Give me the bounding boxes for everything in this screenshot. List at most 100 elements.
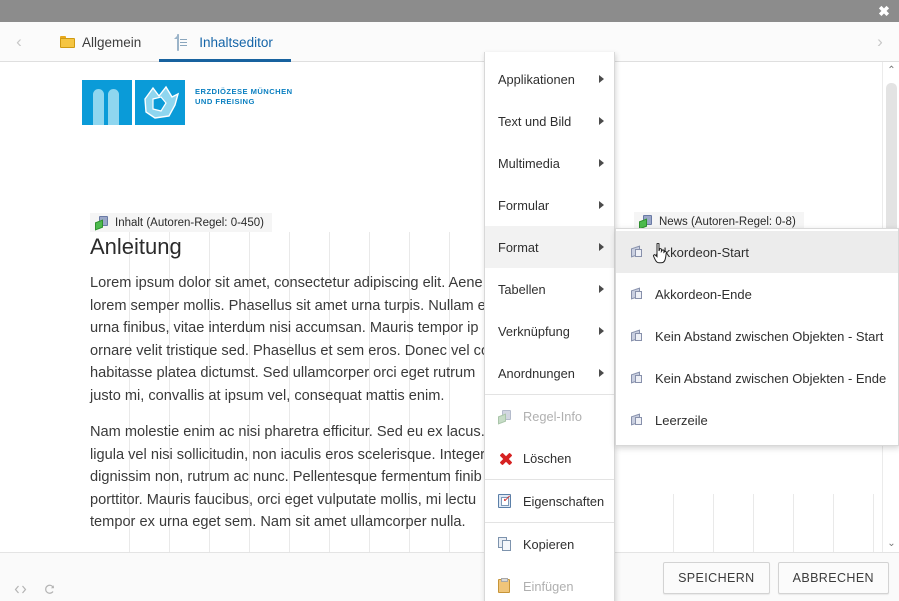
- chevron-right-icon: [599, 201, 604, 209]
- paragraph-line: urna finibus, vitae interdum nisi accums…: [90, 320, 479, 336]
- tab-scroll-left-icon[interactable]: ‹: [8, 32, 30, 54]
- body-paragraph-2: Nam molestie enim ac nisi pharetra effic…: [90, 421, 508, 534]
- close-icon[interactable]: ✖: [875, 2, 893, 20]
- paragraph-line: justo mi, convallis at ipsum vel, conseq…: [90, 388, 444, 404]
- footer-tools: [14, 584, 56, 595]
- cancel-button[interactable]: ABBRECHEN: [778, 562, 889, 594]
- chevron-right-icon: [599, 243, 604, 251]
- menu-item-label: Löschen: [523, 451, 604, 466]
- rule-info-icon: [95, 216, 109, 229]
- snippet-icon: [630, 288, 646, 301]
- paragraph-line: Nam molestie enim ac nisi pharetra effic…: [90, 424, 485, 440]
- folder-icon: [60, 35, 75, 50]
- submenu-item-kein-abstand-ende[interactable]: Kein Abstand zwischen Objekten - Ende: [616, 357, 898, 399]
- snippet-icon: [630, 246, 646, 259]
- chevron-right-icon: [599, 159, 604, 167]
- menu-item-kopieren[interactable]: Kopieren: [485, 523, 614, 565]
- submenu-item-leerzeile[interactable]: Leerzeile: [616, 399, 898, 441]
- menu-item-label: Anordnungen: [498, 366, 593, 381]
- menu-item-label: Multimedia: [498, 156, 593, 171]
- tab-bar: ‹ › Allgemein Inhaltseditor: [0, 22, 899, 62]
- rule-badge-inhalt[interactable]: Inhalt (Autoren-Regel: 0-450): [90, 213, 272, 232]
- chevron-right-icon: [599, 75, 604, 83]
- menu-item-label: Text und Bild: [498, 114, 593, 129]
- logo-crest-icon: [139, 85, 181, 121]
- rule-badge-inhalt-label: Inhalt (Autoren-Regel: 0-450): [115, 217, 264, 229]
- news-placeholder-region[interactable]: [634, 494, 884, 552]
- chevron-right-icon: [599, 327, 604, 335]
- dialog-footer: SPEICHERN ABBRECHEN: [0, 552, 899, 601]
- save-button[interactable]: SPEICHERN: [663, 562, 770, 594]
- submenu-item-label: Kein Abstand zwischen Objekten - Ende: [655, 371, 886, 386]
- rule-info-icon: [639, 215, 653, 228]
- paragraph-line: porttitor. Mauris faucibus, orci eget vu…: [90, 492, 476, 508]
- menu-item-eigenschaften[interactable]: Eigenschaften: [485, 480, 614, 522]
- title-bar: ✖: [0, 0, 899, 22]
- logo-line-2: UND FREISING: [195, 97, 293, 107]
- menu-item-format[interactable]: Format: [485, 226, 614, 268]
- body-paragraph-1: Lorem ipsum dolor sit amet, consectetur …: [90, 272, 508, 407]
- application-window: ✖ ‹ › Allgemein Inhaltseditor: [0, 0, 899, 601]
- menu-item-applikationen[interactable]: Applikationen: [485, 58, 614, 100]
- logo: ERZDIÖZESE MÜNCHEN UND FREISING: [82, 80, 293, 125]
- scroll-down-icon[interactable]: ⌄: [883, 535, 899, 552]
- submenu-item-label: Akkordeon-Start: [655, 245, 749, 260]
- tab-list: Allgemein Inhaltseditor: [42, 22, 291, 62]
- menu-item-label: Kopieren: [523, 537, 604, 552]
- menu-item-multimedia[interactable]: Multimedia: [485, 142, 614, 184]
- tab-allgemein-label: Allgemein: [82, 35, 141, 50]
- rich-text-body[interactable]: Anleitung Lorem ipsum dolor sit amet, co…: [90, 232, 508, 552]
- paragraph-line: lorem semper mollis. Phasellus sit amet …: [90, 298, 486, 314]
- copy-icon: [498, 537, 515, 551]
- submenu-item-label: Leerzeile: [655, 413, 708, 428]
- menu-item-loeschen[interactable]: Löschen: [485, 437, 614, 479]
- scroll-up-icon[interactable]: ⌃: [883, 62, 899, 79]
- delete-x-icon: [498, 451, 515, 465]
- rule-info-icon: [498, 410, 515, 423]
- menu-item-label: Applikationen: [498, 72, 593, 87]
- submenu-item-label: Kein Abstand zwischen Objekten - Start: [655, 329, 883, 344]
- logo-mark-icon: [82, 80, 185, 125]
- paragraph-line: ornare velit tristique sed. Phasellus et…: [90, 343, 489, 359]
- chevron-right-icon: [599, 369, 604, 377]
- menu-item-regel-info: Regel-Info: [485, 395, 614, 437]
- document-icon: [177, 35, 192, 50]
- tab-allgemein[interactable]: Allgemein: [42, 22, 159, 62]
- paragraph-line: tempor ex urna eget sem. Nam sit amet ul…: [90, 514, 466, 530]
- snippet-icon: [630, 414, 646, 427]
- chevron-right-icon: [599, 285, 604, 293]
- refresh-icon[interactable]: [43, 584, 56, 595]
- snippet-icon: [630, 330, 646, 343]
- paragraph-line: dignissim non, rutrum ac nunc. Pellentes…: [90, 469, 482, 485]
- menu-item-tabellen[interactable]: Tabellen: [485, 268, 614, 310]
- submenu-item-akkordeon-ende[interactable]: Akkordeon-Ende: [616, 273, 898, 315]
- menu-item-label: Formular: [498, 198, 593, 213]
- context-menu: Applikationen Text und Bild Multimedia F…: [484, 52, 615, 601]
- menu-item-label: Format: [498, 240, 593, 255]
- format-submenu: Akkordeon-Start Akkordeon-Ende Kein Abst…: [615, 228, 899, 446]
- logo-wordmark: ERZDIÖZESE MÜNCHEN UND FREISING: [195, 80, 293, 107]
- menu-item-verknuepfung[interactable]: Verknüpfung: [485, 310, 614, 352]
- menu-item-text-und-bild[interactable]: Text und Bild: [485, 100, 614, 142]
- menu-item-label: Regel-Info: [523, 409, 604, 424]
- footer-buttons: SPEICHERN ABBRECHEN: [663, 562, 889, 594]
- submenu-item-akkordeon-start[interactable]: Akkordeon-Start: [616, 231, 898, 273]
- snippet-icon: [630, 372, 646, 385]
- menu-item-label: Eigenschaften: [523, 494, 604, 509]
- paragraph-line: Lorem ipsum dolor sit amet, consectetur …: [90, 275, 483, 291]
- menu-item-formular[interactable]: Formular: [485, 184, 614, 226]
- tab-scroll-right-icon[interactable]: ›: [869, 32, 891, 54]
- tab-inhaltseditor-label: Inhaltseditor: [199, 35, 273, 50]
- paragraph-line: ligula vel nisi sollicitudin, non iaculi…: [90, 447, 485, 463]
- logo-line-1: ERZDIÖZESE MÜNCHEN: [195, 87, 293, 97]
- page-title: Anleitung: [90, 232, 508, 262]
- tab-inhaltseditor[interactable]: Inhaltseditor: [159, 22, 291, 62]
- paragraph-line: habitasse platea dictumst. Sed ullamcorp…: [90, 365, 475, 381]
- paste-icon: [498, 579, 515, 593]
- rule-badge-news-label: News (Autoren-Regel: 0-8): [659, 216, 796, 228]
- menu-item-label: Tabellen: [498, 282, 593, 297]
- menu-item-anordnungen[interactable]: Anordnungen: [485, 352, 614, 394]
- menu-item-label: Verknüpfung: [498, 324, 593, 339]
- source-code-icon[interactable]: [14, 584, 27, 595]
- submenu-item-kein-abstand-start[interactable]: Kein Abstand zwischen Objekten - Start: [616, 315, 898, 357]
